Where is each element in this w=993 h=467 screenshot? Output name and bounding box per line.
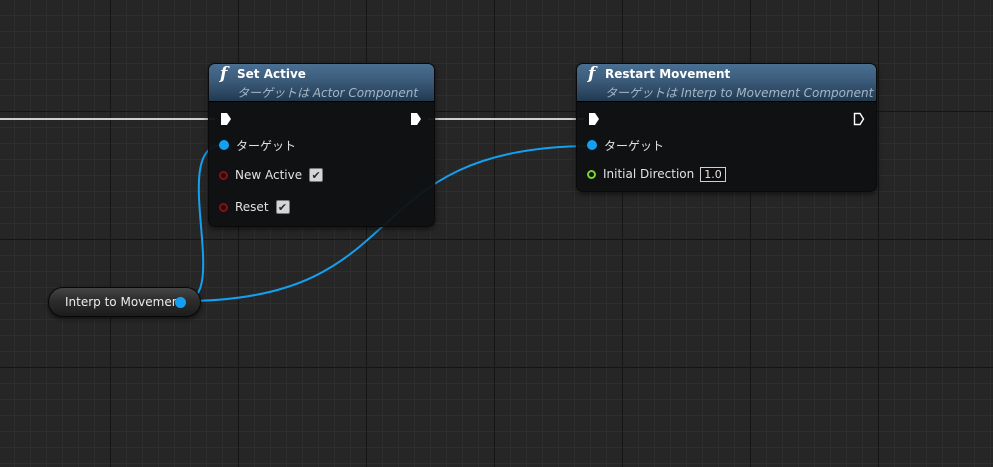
pin-label: ターゲット [236,138,297,153]
new-active-checkbox[interactable]: ✔ [309,168,324,182]
target-pin-row[interactable]: ターゲット [587,135,664,155]
object-pin-icon[interactable] [175,297,186,308]
function-icon: f [220,64,228,84]
restart-movement-node-header[interactable]: f Restart Movement ターゲットは Interp to Move… [577,64,876,102]
target-pin-row[interactable]: ターゲット [219,135,296,155]
blueprint-graph-canvas[interactable]: f Set Active ターゲットは Actor Component ターゲッ… [0,0,993,467]
new-active-pin-row[interactable]: New Active ✔ [219,165,324,185]
exec-in-pin-icon[interactable] [220,112,232,126]
variable-label: Interp to Movement [65,295,185,309]
bool-pin-icon[interactable] [219,170,228,180]
object-pin-icon[interactable] [587,140,597,150]
float-pin-icon[interactable] [587,169,596,179]
reset-checkbox[interactable]: ✔ [275,200,290,214]
node-subtitle: ターゲットは Actor Component [237,86,419,100]
pin-label: New Active [235,168,303,182]
set-active-node-header[interactable]: f Set Active ターゲットは Actor Component [209,64,434,102]
object-pin-icon[interactable] [219,140,229,150]
reset-pin-row[interactable]: Reset ✔ [219,197,290,217]
exec-in-pin-icon[interactable] [588,112,600,126]
initial-direction-pin-row[interactable]: Initial Direction 1.0 [587,164,726,184]
bool-pin-icon[interactable] [219,202,228,212]
node-subtitle: ターゲットは Interp to Movement Component [605,86,874,100]
set-active-node[interactable]: f Set Active ターゲットは Actor Component ターゲッ… [208,63,435,227]
pin-label: ターゲット [604,138,665,153]
node-title: Set Active [237,67,306,81]
pin-label: Reset [235,200,269,214]
node-title: Restart Movement [605,67,731,81]
function-icon: f [588,64,596,84]
exec-out-pin-icon[interactable] [853,112,865,126]
pin-label: Initial Direction [603,167,695,181]
exec-out-pin-icon[interactable] [410,112,422,126]
restart-movement-node[interactable]: f Restart Movement ターゲットは Interp to Move… [576,63,877,192]
initial-direction-input[interactable]: 1.0 [700,166,726,182]
interp-to-movement-variable-node[interactable]: Interp to Movement [48,287,201,317]
